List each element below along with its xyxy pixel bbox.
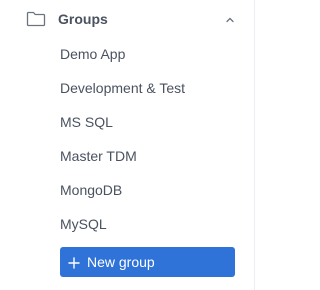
group-item-mongodb[interactable]: MongoDB (60, 173, 185, 207)
groups-panel: Groups Demo App Development & Test MS SQ… (0, 0, 255, 290)
group-item-master-tdm[interactable]: Master TDM (60, 139, 185, 173)
groups-title: Groups (58, 11, 108, 27)
group-item-ms-sql[interactable]: MS SQL (60, 105, 185, 139)
group-item-mysql[interactable]: MySQL (60, 207, 185, 241)
chevron-up-icon[interactable] (224, 13, 236, 25)
new-group-label: New group (87, 254, 155, 270)
group-item-demo-app[interactable]: Demo App (60, 37, 185, 71)
new-group-button[interactable]: New group (60, 247, 235, 277)
group-item-development-test[interactable]: Development & Test (60, 71, 185, 105)
plus-icon (68, 256, 80, 269)
folder-icon (26, 11, 46, 27)
groups-list: Demo App Development & Test MS SQL Maste… (60, 37, 185, 241)
groups-header[interactable]: Groups (26, 8, 246, 30)
